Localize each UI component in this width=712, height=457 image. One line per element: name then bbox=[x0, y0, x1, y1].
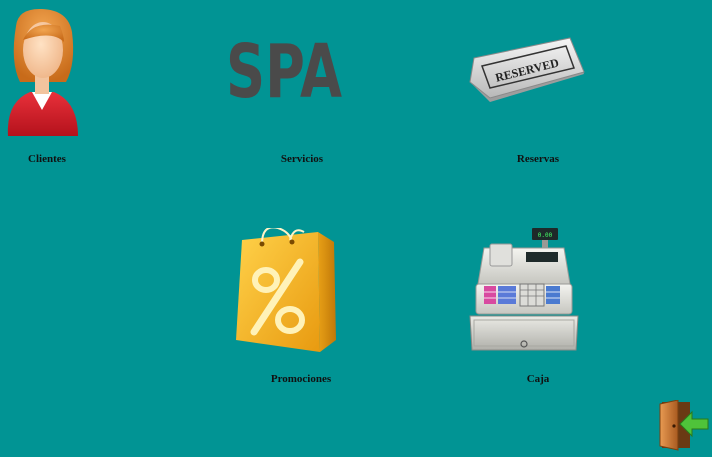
servicios-button[interactable]: SPA bbox=[222, 26, 350, 104]
promociones-button[interactable] bbox=[232, 228, 340, 354]
reservas-button[interactable]: RESERVED bbox=[466, 34, 588, 104]
promociones-label: Promociones bbox=[270, 373, 332, 385]
spa-logo-text: SPA bbox=[226, 29, 342, 104]
spa-text-icon: SPA bbox=[226, 29, 342, 104]
exit-button[interactable] bbox=[656, 399, 710, 452]
clientes-label: Clientes bbox=[28, 153, 66, 165]
discount-bag-icon bbox=[236, 228, 336, 352]
reserved-sign-icon: RESERVED bbox=[469, 37, 585, 102]
clientes-button[interactable] bbox=[2, 6, 82, 136]
customer-woman-icon bbox=[7, 8, 79, 136]
caja-button[interactable]: 0.00 bbox=[466, 226, 582, 354]
reservas-label: Reservas bbox=[516, 153, 560, 165]
cash-register-icon: 0.00 bbox=[469, 228, 579, 351]
exit-door-icon bbox=[659, 399, 709, 451]
servicios-label: Servicios bbox=[280, 153, 324, 165]
svg-text:0.00: 0.00 bbox=[538, 232, 553, 239]
caja-label: Caja bbox=[526, 373, 550, 385]
